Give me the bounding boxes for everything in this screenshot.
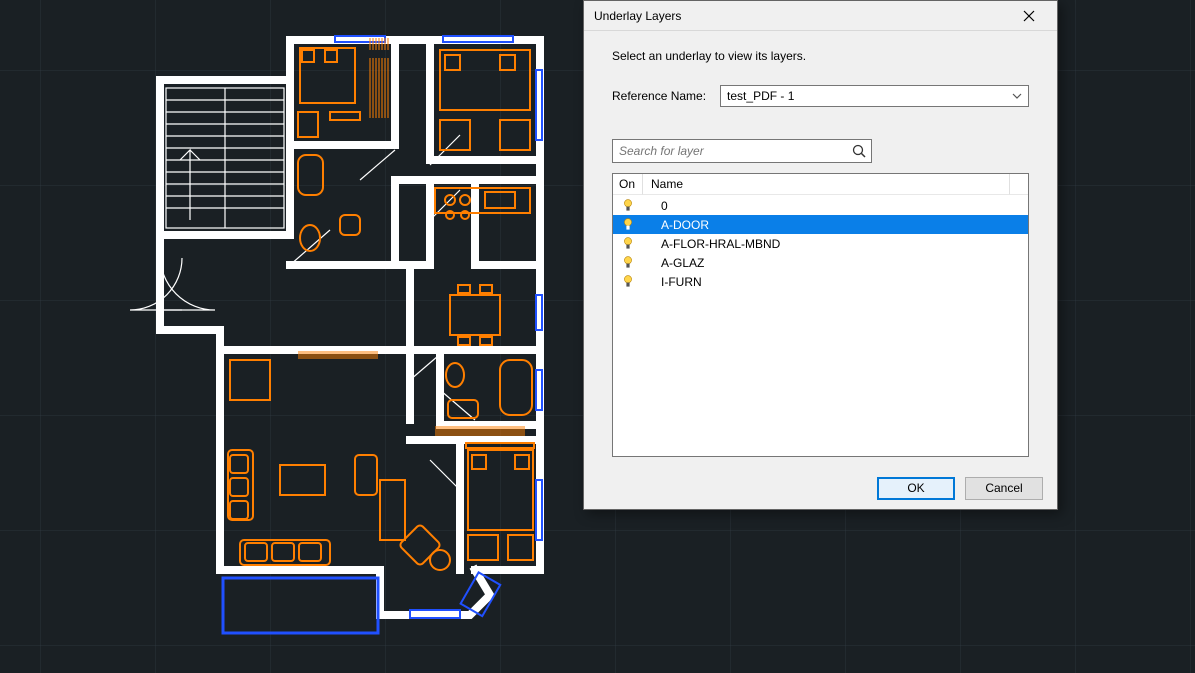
layer-name: A-FLOR-HRAL-MBND [643, 237, 1028, 251]
column-on-header[interactable]: On [613, 174, 643, 195]
dialog-title: Underlay Layers [594, 9, 681, 23]
chevron-down-icon [1012, 91, 1022, 102]
floorplan-drawing[interactable] [130, 20, 560, 640]
underlay-layers-dialog: Underlay Layers Select an underlay to vi… [583, 0, 1058, 510]
layer-search[interactable] [612, 139, 872, 163]
close-button[interactable] [1009, 2, 1049, 30]
lightbulb-icon[interactable] [613, 218, 643, 232]
layer-name: A-DOOR [643, 218, 1028, 232]
search-input[interactable] [619, 144, 851, 158]
layer-row[interactable]: A-GLAZ [613, 253, 1028, 272]
reference-select-value: test_PDF - 1 [727, 89, 794, 103]
reference-select[interactable]: test_PDF - 1 [720, 85, 1029, 107]
layer-row[interactable]: 0 [613, 196, 1028, 215]
layer-list-header: On Name [613, 174, 1028, 196]
column-filler [1010, 174, 1028, 195]
reference-label: Reference Name: [612, 89, 706, 103]
reference-row: Reference Name: test_PDF - 1 [612, 85, 1029, 107]
lightbulb-icon[interactable] [613, 237, 643, 251]
layer-row[interactable]: A-FLOR-HRAL-MBND [613, 234, 1028, 253]
dialog-body: Select an underlay to view its layers. R… [584, 31, 1057, 467]
search-icon [851, 143, 867, 159]
layer-list[interactable]: On Name 0 A-DOOR A-FLOR-HRAL-MBND A-GLAZ I-F… [612, 173, 1029, 457]
lightbulb-icon[interactable] [613, 256, 643, 270]
dialog-titlebar[interactable]: Underlay Layers [584, 1, 1057, 31]
layer-name: 0 [643, 199, 1028, 213]
ok-button[interactable]: OK [877, 477, 955, 500]
instruction-text: Select an underlay to view its layers. [612, 49, 1029, 63]
lightbulb-icon[interactable] [613, 199, 643, 213]
layer-row[interactable]: A-DOOR [613, 215, 1028, 234]
column-name-header[interactable]: Name [643, 174, 1010, 195]
layer-rows-container: 0 A-DOOR A-FLOR-HRAL-MBND A-GLAZ I-FURN [613, 196, 1028, 291]
lightbulb-icon[interactable] [613, 275, 643, 289]
cancel-button[interactable]: Cancel [965, 477, 1043, 500]
layer-row[interactable]: I-FURN [613, 272, 1028, 291]
close-icon [1023, 10, 1035, 22]
layer-name: I-FURN [643, 275, 1028, 289]
dialog-footer: OK Cancel [584, 467, 1057, 509]
layer-name: A-GLAZ [643, 256, 1028, 270]
